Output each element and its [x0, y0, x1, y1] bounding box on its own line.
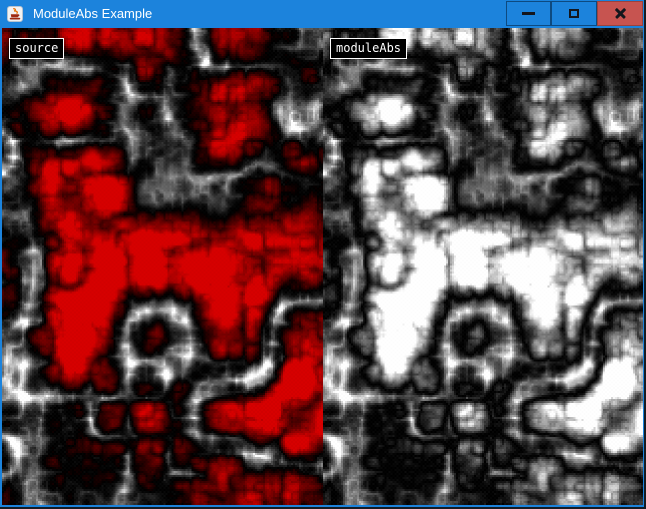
- title-bar[interactable]: ModuleAbs Example: [0, 0, 646, 28]
- close-icon: [614, 7, 627, 20]
- maximize-button[interactable]: [551, 1, 597, 26]
- source-label: source: [9, 38, 64, 59]
- maximize-icon: [569, 9, 579, 18]
- java-icon: [7, 6, 23, 22]
- window-title: ModuleAbs Example: [33, 0, 152, 28]
- image-area: source moduleAbs: [2, 28, 643, 505]
- moduleabs-panel: moduleAbs: [323, 28, 643, 505]
- app-window: ModuleAbs Example source moduleAbs: [0, 0, 646, 509]
- source-image: [2, 28, 323, 505]
- moduleabs-label: moduleAbs: [330, 38, 407, 59]
- minimize-icon: [522, 12, 535, 15]
- minimize-button[interactable]: [506, 1, 551, 26]
- close-button[interactable]: [597, 1, 643, 26]
- moduleabs-image: [323, 28, 643, 505]
- source-panel: source: [2, 28, 323, 505]
- window-controls: [506, 1, 643, 26]
